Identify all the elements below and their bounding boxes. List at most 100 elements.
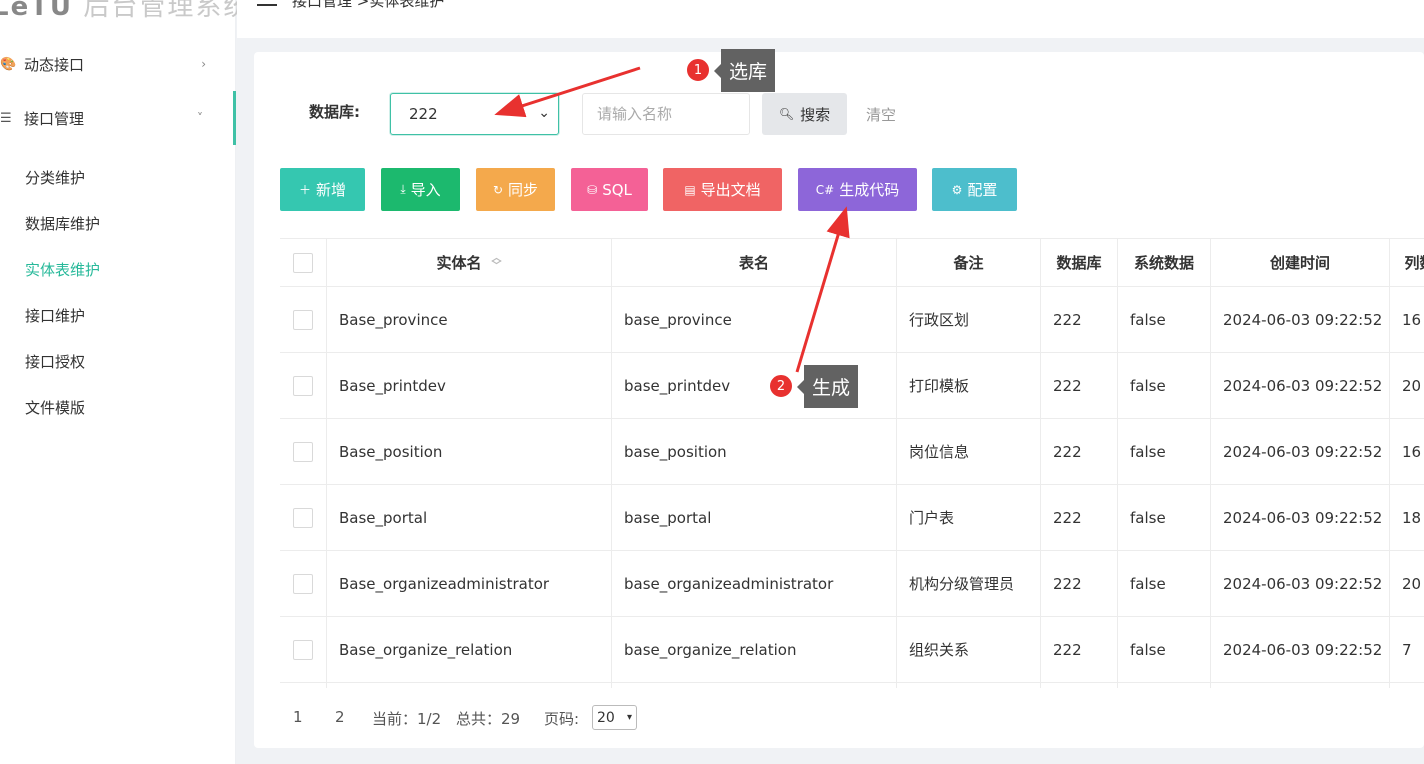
annotation-step-2-badge: 2 — [768, 373, 794, 399]
cell-remark: 行政区划 — [896, 287, 1040, 352]
row-checkbox[interactable] — [293, 639, 313, 660]
partial-cell — [1040, 683, 1117, 688]
sql-button[interactable]: ⛁ SQL — [571, 168, 648, 211]
database-label: 数据库: — [309, 103, 360, 121]
sidebar-item-category[interactable]: 分类维护 — [25, 167, 85, 188]
row-select-cell — [280, 617, 326, 682]
database-select[interactable]: 222 ⌄ — [390, 93, 559, 135]
row-checkbox[interactable] — [293, 507, 313, 528]
hamburger-icon[interactable] — [257, 4, 277, 6]
column-header-table: 表名 — [611, 239, 896, 286]
column-header-columns: 列数 — [1389, 239, 1424, 286]
cell-created: 2024-06-03 09:22:52 — [1210, 551, 1389, 616]
row-select-cell — [280, 485, 326, 550]
menu-icon: ☰ — [0, 110, 12, 126]
cell-table: base_position — [611, 419, 896, 484]
table-header-row: 实体名 ︿﹀ 表名 备注 数据库 系统数据 创建时间 列数 — [280, 239, 1424, 287]
cell-entity: Base_portal — [326, 485, 611, 550]
import-button[interactable]: ⤓ 导入 — [381, 168, 460, 211]
header-select-cell — [280, 239, 326, 286]
sidebar-group-label: 接口管理 — [24, 109, 85, 128]
cell-created: 2024-06-03 09:22:52 — [1210, 287, 1389, 352]
page-link-2[interactable]: 2 — [335, 708, 345, 726]
entity-table: 实体名 ︿﹀ 表名 备注 数据库 系统数据 创建时间 列数 Base_provi… — [280, 238, 1424, 688]
name-search-input[interactable] — [582, 93, 750, 135]
cell-remark: 机构分级管理员 — [896, 551, 1040, 616]
export-doc-button[interactable]: ▤ 导出文档 — [663, 168, 782, 211]
table-row[interactable]: Base_province base_province 行政区划 222 false 20… — [280, 287, 1424, 353]
sidebar-item-api-auth[interactable]: 接口授权 — [25, 351, 85, 372]
cell-system-data: false — [1117, 551, 1210, 616]
partial-cell — [611, 683, 896, 688]
cell-system-data: false — [1117, 353, 1210, 418]
table-row[interactable]: Base_portal base_portal 门户表 222 false 2024-06… — [280, 485, 1424, 551]
cell-entity: Base_organizeadministrator — [326, 551, 611, 616]
annotation-step-1-label: 选库 — [713, 49, 776, 92]
cell-created: 2024-06-03 09:22:52 — [1210, 485, 1389, 550]
user-gear-icon: ⚙ — [951, 182, 963, 197]
column-header-database: 数据库 — [1040, 239, 1117, 286]
sidebar-item-file-template[interactable]: 文件模版 — [25, 397, 85, 418]
partial-cell — [1210, 683, 1389, 688]
row-checkbox[interactable] — [293, 309, 313, 330]
refresh-icon: ↻ — [492, 182, 504, 197]
row-select-cell — [280, 287, 326, 352]
page-size-select[interactable]: 20 ▾ — [592, 705, 637, 730]
cell-entity: Base_printdev — [326, 353, 611, 418]
column-header-entity[interactable]: 实体名 ︿ ﹀ — [326, 239, 611, 286]
column-header-created: 创建时间 — [1210, 239, 1389, 286]
sync-button[interactable]: ↻ 同步 — [476, 168, 555, 211]
cell-entity: Base_position — [326, 419, 611, 484]
cell-table: base_organize_relation — [611, 617, 896, 682]
add-button[interactable]: ＋新增 — [280, 168, 365, 211]
search-button-label: 搜索 — [800, 105, 831, 124]
sidebar-group-api-management[interactable]: ☰ 接口管理 ˅ — [0, 91, 236, 145]
cell-system-data: false — [1117, 617, 1210, 682]
row-checkbox[interactable] — [293, 441, 313, 462]
select-all-checkbox[interactable] — [293, 252, 313, 273]
cell-created: 2024-06-03 09:22:52 — [1210, 353, 1389, 418]
sidebar: LeTU 后台管理系统 🎨 动态接口 › ☰ 接口管理 ˅ 分类维护 数据库维护… — [0, 0, 249, 764]
sidebar-item-database[interactable]: 数据库维护 — [25, 213, 100, 234]
cell-columns: 16 — [1389, 419, 1424, 484]
cell-created: 2024-06-03 09:22:52 — [1210, 419, 1389, 484]
cell-remark: 岗位信息 — [896, 419, 1040, 484]
sort-icon[interactable]: ︿ ﹀ — [492, 253, 502, 271]
annotation-step-1-badge: 1 — [685, 57, 711, 83]
sidebar-group-dynamic-api[interactable]: 🎨 动态接口 › — [0, 37, 236, 91]
row-select-cell — [280, 419, 326, 484]
search-button[interactable]: 🔍︎ 搜索 — [762, 93, 847, 135]
cell-entity: Base_organize_relation — [326, 617, 611, 682]
annotation-step-2-label: 生成 — [796, 365, 859, 408]
partial-cell — [326, 683, 611, 688]
page-size-label: 页码: — [544, 710, 580, 728]
cell-created: 2024-06-03 09:22:52 — [1210, 617, 1389, 682]
cell-database: 222 — [1040, 287, 1117, 352]
config-button[interactable]: ⚙ 配置 — [932, 168, 1017, 211]
generate-code-button[interactable]: C# 生成代码 — [798, 168, 917, 211]
row-checkbox[interactable] — [293, 375, 313, 396]
chevron-right-icon: › — [201, 57, 206, 71]
cell-columns: 20 — [1389, 353, 1424, 418]
database-icon: ⛁ — [587, 182, 598, 197]
clear-button[interactable]: 清空 — [866, 104, 896, 125]
sidebar-item-api[interactable]: 接口维护 — [25, 305, 85, 326]
row-checkbox[interactable] — [293, 573, 313, 594]
page-link-1[interactable]: 1 — [293, 708, 303, 726]
chevron-down-icon: ▾ — [626, 712, 632, 723]
cell-system-data: false — [1117, 485, 1210, 550]
search-icon: 🔍︎ — [778, 107, 795, 121]
cell-database: 222 — [1040, 551, 1117, 616]
table-row[interactable]: Base_position base_position 岗位信息 222 false 20… — [280, 419, 1424, 485]
cell-database: 222 — [1040, 485, 1117, 550]
pager-current: 当前：1/2 — [372, 710, 442, 728]
cell-system-data: false — [1117, 287, 1210, 352]
chevron-down-icon: ˅ — [197, 111, 203, 125]
column-header-remark: 备注 — [896, 239, 1040, 286]
cell-columns: 20 — [1389, 551, 1424, 616]
table-row[interactable]: Base_organize_relation base_organize_rela… — [280, 617, 1424, 683]
row-select-cell — [280, 353, 326, 418]
sidebar-item-entity-table[interactable]: 实体表维护 — [25, 259, 100, 280]
chevron-down-icon: ⌄ — [538, 105, 550, 121]
table-row[interactable]: Base_organizeadministrator base_organizea… — [280, 551, 1424, 617]
